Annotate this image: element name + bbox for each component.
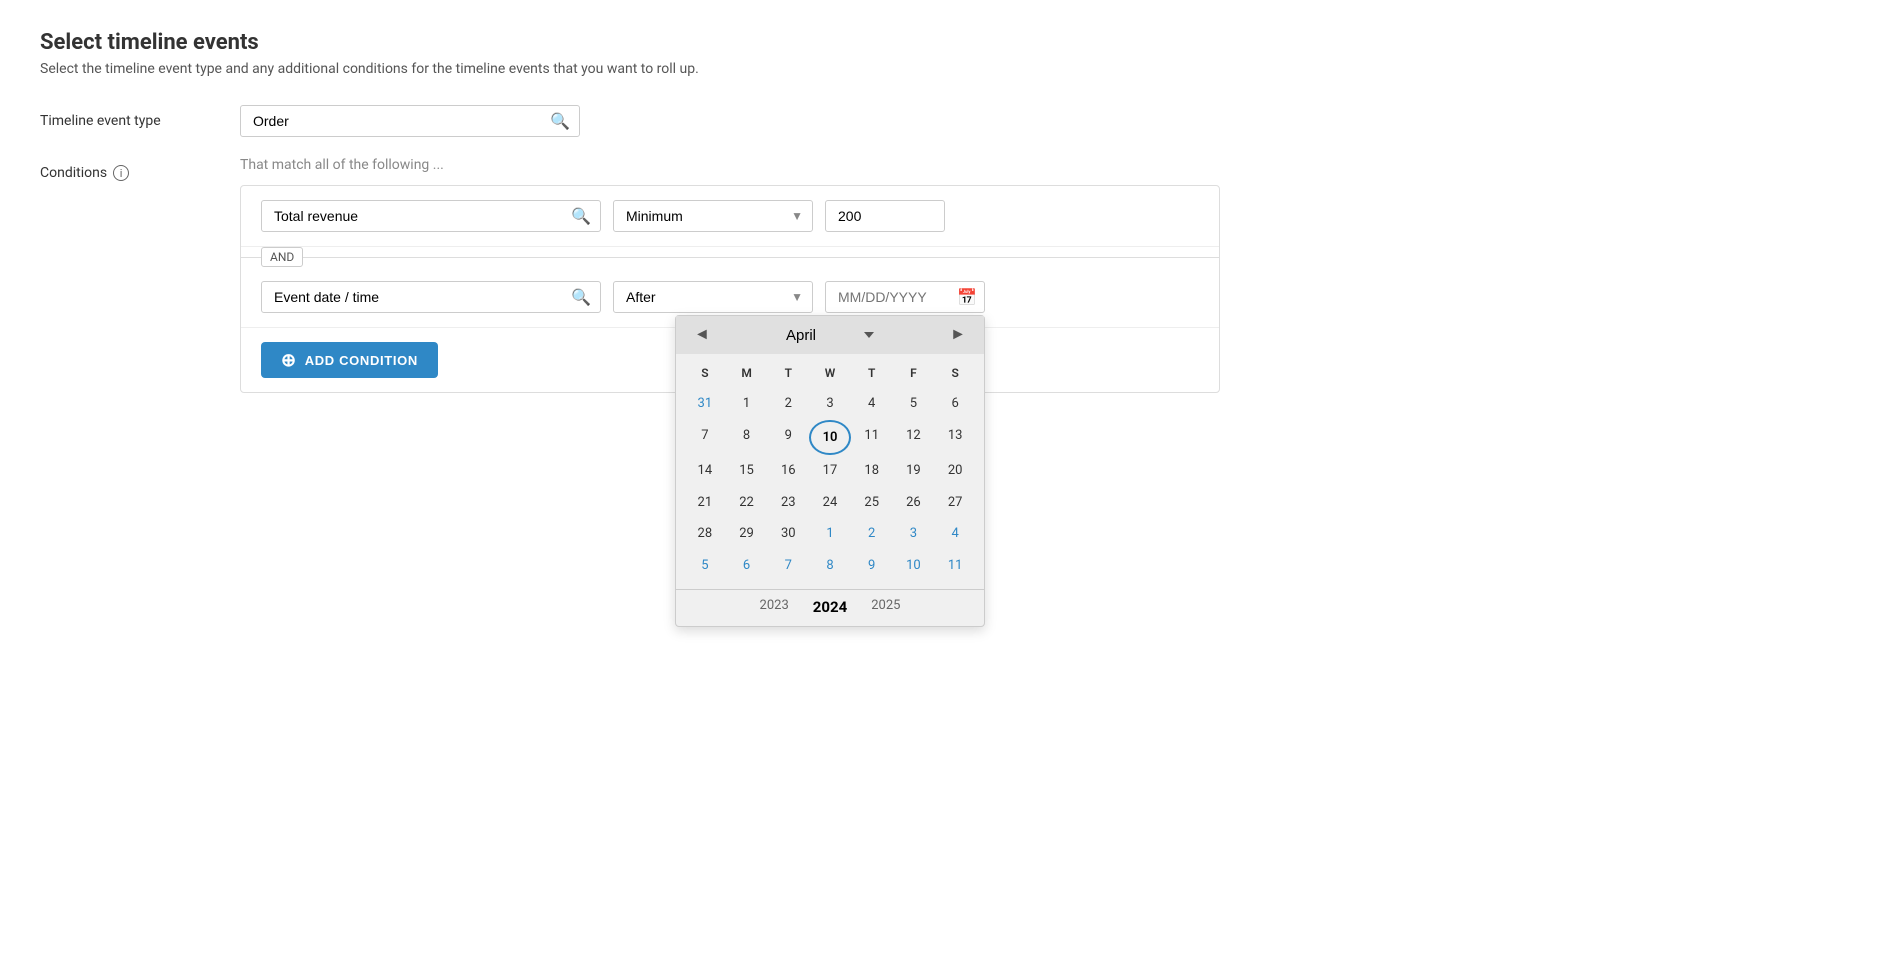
cal-day[interactable]: 9 xyxy=(767,420,809,456)
condition-row-1: 🔍 Minimum Maximum Equals Greater than Le… xyxy=(241,186,1219,247)
condition2-field-input[interactable] xyxy=(261,281,601,313)
cal-day[interactable]: 15 xyxy=(726,455,768,487)
cal-day[interactable]: 1 xyxy=(726,388,768,420)
cal-day[interactable]: 27 xyxy=(934,487,976,519)
timeline-event-type-label: Timeline event type xyxy=(40,105,240,129)
cal-day[interactable]: 18 xyxy=(851,455,893,487)
calendar-prev-button[interactable]: ◄ xyxy=(688,324,716,346)
conditions-box: 🔍 Minimum Maximum Equals Greater than Le… xyxy=(240,185,1220,393)
cal-day[interactable]: 13 xyxy=(934,420,976,456)
calendar-month-select[interactable]: JanuaryFebruaryMarch April MayJuneJuly A… xyxy=(786,327,874,344)
plus-icon: ⊕ xyxy=(281,351,297,369)
cal-day[interactable]: 5 xyxy=(893,388,935,420)
calendar-days-header: S M T W T F S xyxy=(684,362,976,384)
page-title: Select timeline events xyxy=(40,30,1840,55)
condition1-search-icon: 🔍 xyxy=(571,207,591,226)
condition2-field-wrapper: 🔍 xyxy=(261,281,601,313)
cal-day[interactable]: 4 xyxy=(934,518,976,550)
cal-day[interactable]: 8 xyxy=(726,420,768,456)
cal-day[interactable]: 4 xyxy=(851,388,893,420)
conditions-label: Conditions i xyxy=(40,157,240,181)
calendar-dropdown: ◄ JanuaryFebruaryMarch April MayJuneJuly… xyxy=(675,315,985,627)
cal-day[interactable]: 5 xyxy=(684,550,726,582)
cal-day[interactable]: 2 xyxy=(767,388,809,420)
condition1-operator-wrapper: Minimum Maximum Equals Greater than Less… xyxy=(613,200,813,232)
cal-day[interactable]: 24 xyxy=(809,487,851,519)
condition-row-2: 🔍 After Before Between On ▼ 📅 xyxy=(241,267,1219,328)
calendar-days: 31 1 2 3 4 5 6 7 8 9 10 xyxy=(684,388,976,581)
cal-day[interactable]: 3 xyxy=(893,518,935,550)
timeline-event-type-content: 🔍 xyxy=(240,105,1840,137)
cal-day[interactable]: 31 xyxy=(684,388,726,420)
cal-day[interactable]: 2 xyxy=(851,518,893,550)
calendar-year-2024[interactable]: 2024 xyxy=(813,598,847,616)
add-condition-button[interactable]: ⊕ ADD CONDITION xyxy=(261,342,438,378)
cal-day[interactable]: 23 xyxy=(767,487,809,519)
calendar-year-row: 2023 2024 2025 xyxy=(676,589,984,626)
cal-day[interactable]: 12 xyxy=(893,420,935,456)
cal-day[interactable]: 22 xyxy=(726,487,768,519)
cal-day[interactable]: 11 xyxy=(934,550,976,582)
cal-day[interactable]: 14 xyxy=(684,455,726,487)
calendar-year-2025[interactable]: 2025 xyxy=(871,598,900,616)
cal-day[interactable]: 25 xyxy=(851,487,893,519)
cal-day[interactable]: 10 xyxy=(893,550,935,582)
calendar-next-button[interactable]: ► xyxy=(944,324,972,346)
page-subtitle: Select the timeline event type and any a… xyxy=(40,61,1840,77)
add-condition-label: ADD CONDITION xyxy=(305,353,418,368)
condition1-field-wrapper: 🔍 xyxy=(261,200,601,232)
cal-day[interactable]: 26 xyxy=(893,487,935,519)
timeline-event-type-search-icon: 🔍 xyxy=(550,112,570,131)
and-line xyxy=(241,257,1219,258)
calendar-year-2023[interactable]: 2023 xyxy=(760,598,789,616)
cal-day[interactable]: 9 xyxy=(851,550,893,582)
cal-day[interactable]: 7 xyxy=(684,420,726,456)
condition2-search-icon: 🔍 xyxy=(571,288,591,307)
calendar-month-year: JanuaryFebruaryMarch April MayJuneJuly A… xyxy=(786,327,874,344)
cal-day[interactable]: 6 xyxy=(726,550,768,582)
condition2-operator-wrapper: After Before Between On ▼ xyxy=(613,281,813,313)
conditions-row: Conditions i That match all of the follo… xyxy=(40,157,1840,393)
timeline-event-type-input-wrapper: 🔍 xyxy=(240,105,580,137)
condition1-value-wrapper xyxy=(825,200,945,232)
condition1-value-input[interactable] xyxy=(825,200,945,232)
cal-day[interactable]: 8 xyxy=(809,550,851,582)
timeline-event-type-row: Timeline event type 🔍 xyxy=(40,105,1840,137)
calendar-icon[interactable]: 📅 xyxy=(957,288,977,307)
calendar-header: ◄ JanuaryFebruaryMarch April MayJuneJuly… xyxy=(676,316,984,354)
condition1-operator-select[interactable]: Minimum Maximum Equals Greater than Less… xyxy=(613,200,813,232)
and-separator: AND xyxy=(241,247,1219,267)
cal-day[interactable]: 29 xyxy=(726,518,768,550)
cal-day[interactable]: 7 xyxy=(767,550,809,582)
cal-day[interactable]: 16 xyxy=(767,455,809,487)
cal-day[interactable]: 3 xyxy=(809,388,851,420)
cal-day[interactable]: 17 xyxy=(809,455,851,487)
cal-day[interactable]: 21 xyxy=(684,487,726,519)
cal-day[interactable]: 1 xyxy=(809,518,851,550)
timeline-event-type-input[interactable] xyxy=(240,105,580,137)
conditions-matching-text: That match all of the following ... xyxy=(240,157,1840,173)
and-label: AND xyxy=(261,247,303,267)
cal-day-today[interactable]: 10 xyxy=(809,420,851,456)
conditions-content: That match all of the following ... 🔍 Mi… xyxy=(240,157,1840,393)
condition2-operator-select[interactable]: After Before Between On xyxy=(613,281,813,313)
condition1-field-input[interactable] xyxy=(261,200,601,232)
calendar-grid: S M T W T F S 31 1 xyxy=(676,354,984,589)
date-input-wrapper: 📅 xyxy=(825,281,985,313)
cal-day[interactable]: 11 xyxy=(851,420,893,456)
cal-day[interactable]: 19 xyxy=(893,455,935,487)
cal-day[interactable]: 20 xyxy=(934,455,976,487)
cal-day[interactable]: 28 xyxy=(684,518,726,550)
conditions-info-icon[interactable]: i xyxy=(113,165,129,181)
cal-day[interactable]: 6 xyxy=(934,388,976,420)
condition2-value-wrapper: 📅 ◄ JanuaryFebruaryMarch April MayJuneJu… xyxy=(825,281,985,313)
cal-day[interactable]: 30 xyxy=(767,518,809,550)
